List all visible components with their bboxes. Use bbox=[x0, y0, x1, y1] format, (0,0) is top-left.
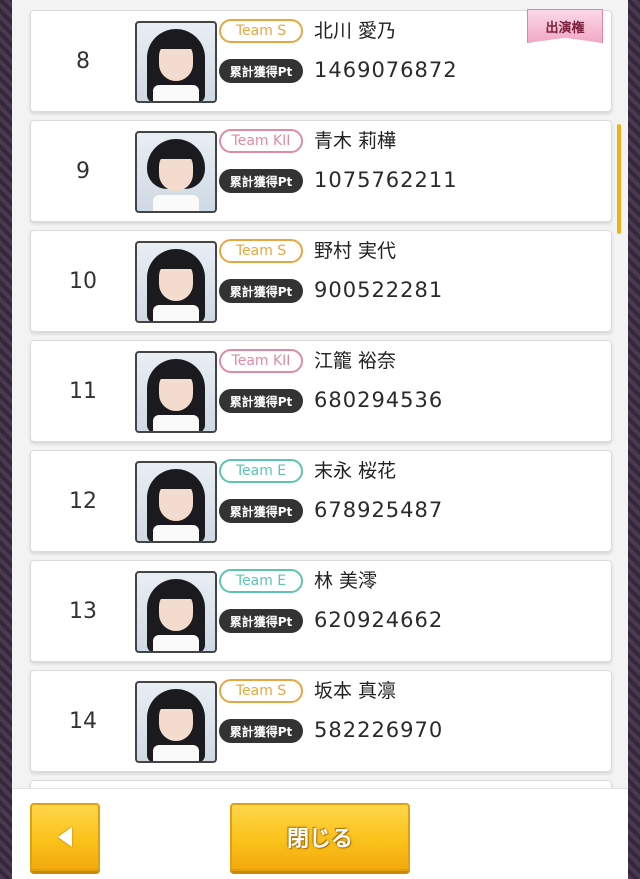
ranking-panel: 8 Team S 北川 愛乃 累計獲得Pt 1469076872 出演権 9 T… bbox=[12, 0, 628, 879]
rank-number: 9 bbox=[76, 158, 90, 184]
team-badge: Team S bbox=[219, 239, 303, 263]
ranking-row[interactable]: 12 Team E 末永 桜花 累計獲得Pt 678925487 bbox=[30, 450, 612, 552]
back-button[interactable] bbox=[30, 803, 100, 871]
team-badge: Team E bbox=[219, 459, 303, 483]
member-photo[interactable] bbox=[135, 241, 217, 323]
points-value: 678925487 bbox=[314, 498, 444, 522]
background-edge-right bbox=[628, 0, 640, 879]
points-label: 累計獲得Pt bbox=[219, 59, 303, 83]
member-photo[interactable] bbox=[135, 351, 217, 433]
background-edge-left bbox=[0, 0, 12, 879]
scrollbar[interactable] bbox=[617, 124, 621, 234]
points-label: 累計獲得Pt bbox=[219, 389, 303, 413]
member-name: 坂本 真凛 bbox=[314, 680, 397, 702]
points-value: 620924662 bbox=[314, 608, 444, 632]
points-label: 累計獲得Pt bbox=[219, 719, 303, 743]
points-value: 1469076872 bbox=[314, 58, 458, 82]
rank-number: 11 bbox=[69, 378, 97, 404]
member-name: 青木 莉樺 bbox=[314, 130, 397, 152]
team-badge: Team S bbox=[219, 679, 303, 703]
member-photo[interactable] bbox=[135, 21, 217, 103]
team-badge: Team E bbox=[219, 569, 303, 593]
rank-number: 8 bbox=[76, 48, 90, 74]
member-name: 林 美澪 bbox=[314, 570, 378, 592]
points-label: 累計獲得Pt bbox=[219, 499, 303, 523]
close-button[interactable]: 閉じる bbox=[230, 803, 410, 871]
rank-number: 12 bbox=[69, 488, 97, 514]
member-photo[interactable] bbox=[135, 461, 217, 543]
member-photo[interactable] bbox=[135, 571, 217, 653]
points-label: 累計獲得Pt bbox=[219, 279, 303, 303]
points-label: 累計獲得Pt bbox=[219, 609, 303, 633]
points-value: 582226970 bbox=[314, 718, 444, 742]
member-name: 北川 愛乃 bbox=[314, 20, 397, 42]
appearance-right-badge: 出演権 bbox=[527, 9, 603, 43]
team-badge: Team KII bbox=[219, 129, 303, 153]
ranking-row[interactable]: 14 Team S 坂本 真凛 累計獲得Pt 582226970 bbox=[30, 670, 612, 772]
footer-bar: 閉じる bbox=[12, 788, 628, 879]
team-badge: Team KII bbox=[219, 349, 303, 373]
rank-number: 10 bbox=[69, 268, 97, 294]
ranking-row[interactable]: 9 Team KII 青木 莉樺 累計獲得Pt 1075762211 bbox=[30, 120, 612, 222]
points-value: 680294536 bbox=[314, 388, 444, 412]
points-label: 累計獲得Pt bbox=[219, 169, 303, 193]
member-name: 野村 実代 bbox=[314, 240, 397, 262]
member-photo[interactable] bbox=[135, 681, 217, 763]
ranking-row[interactable]: 10 Team S 野村 実代 累計獲得Pt 900522281 bbox=[30, 230, 612, 332]
ranking-row[interactable]: 11 Team KII 江籠 裕奈 累計獲得Pt 680294536 bbox=[30, 340, 612, 442]
member-name: 江籠 裕奈 bbox=[314, 350, 397, 372]
rank-number: 13 bbox=[69, 598, 97, 624]
rank-number: 14 bbox=[69, 708, 97, 734]
points-value: 1075762211 bbox=[314, 168, 458, 192]
ranking-row[interactable]: 8 Team S 北川 愛乃 累計獲得Pt 1469076872 出演権 bbox=[30, 9, 612, 112]
team-badge: Team S bbox=[219, 19, 303, 43]
triangle-left-icon bbox=[58, 827, 72, 847]
points-value: 900522281 bbox=[314, 278, 444, 302]
member-name: 末永 桜花 bbox=[314, 460, 397, 482]
ranking-row[interactable]: 13 Team E 林 美澪 累計獲得Pt 620924662 bbox=[30, 560, 612, 662]
member-photo[interactable] bbox=[135, 131, 217, 213]
